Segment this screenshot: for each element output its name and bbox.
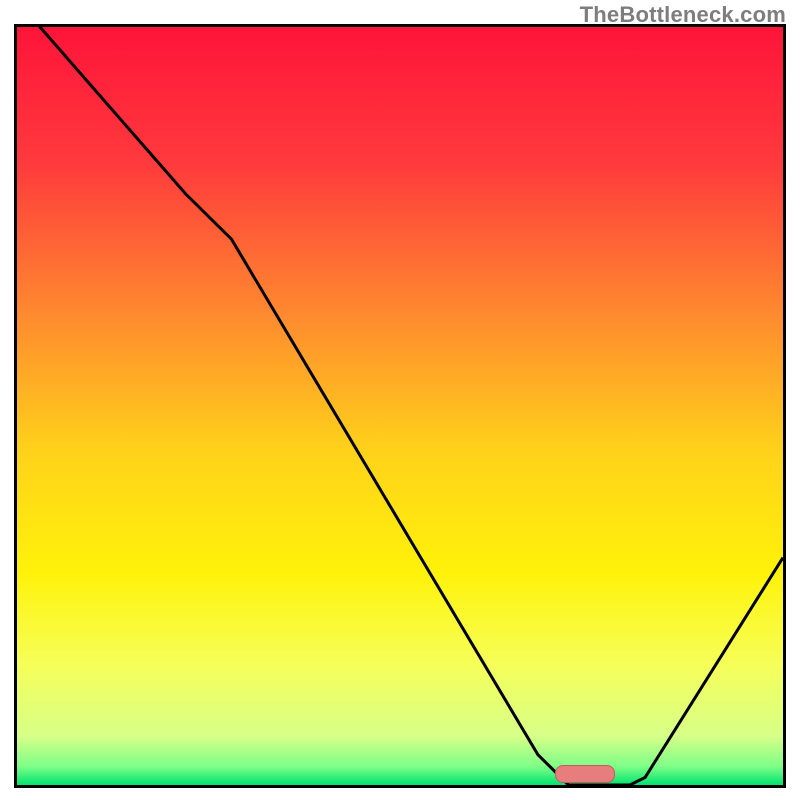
optimal-marker [555, 765, 614, 783]
chart-frame [14, 24, 786, 788]
watermark-text: TheBottleneck.com [580, 2, 786, 28]
chart-background [17, 27, 783, 785]
bottleneck-chart [17, 27, 783, 785]
